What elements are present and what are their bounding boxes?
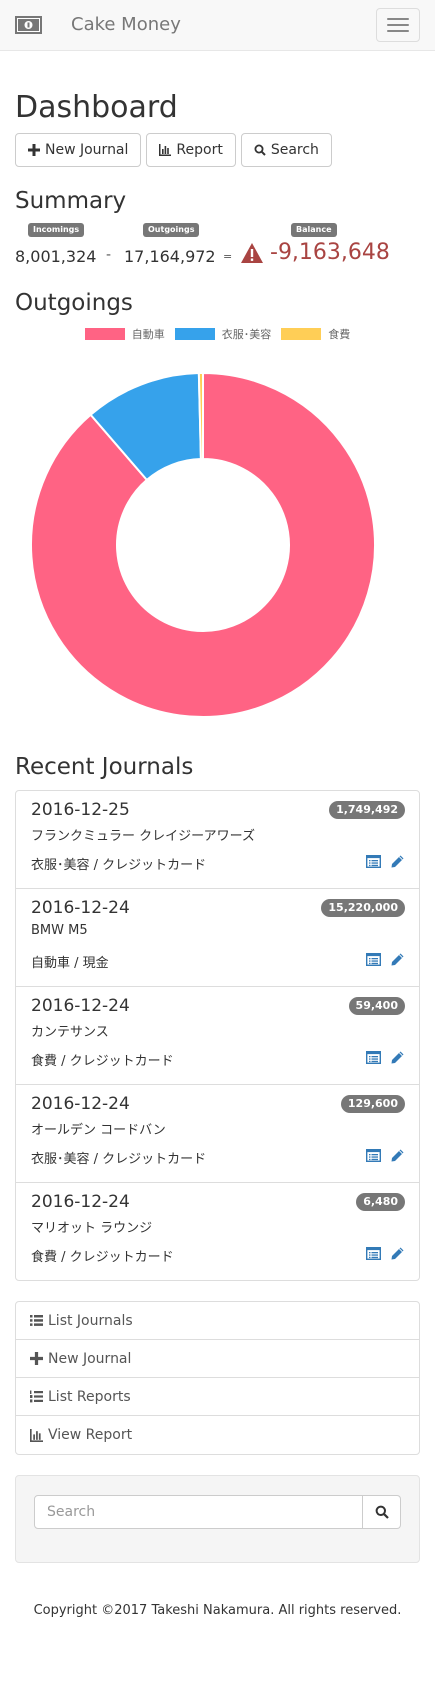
minus-sign: - [106,247,112,263]
navbar: Cake Money [0,0,435,51]
journal-date: 2016-12-25 [31,800,130,820]
equals-sign: = [223,250,233,263]
journal-amount-badge: 129,600 [340,1095,405,1113]
journal-item: 2016-12-24 6,480 マリオット ラウンジ食費 / クレジットカード [16,1183,419,1280]
journal-name: BMW M5 [31,923,88,938]
legend-item[interactable]: 衣服･美容 [174,326,272,342]
journal-date: 2016-12-24 [31,1094,130,1114]
new-journal-button[interactable]: New Journal [15,133,142,167]
bar-chart-icon [30,1428,43,1442]
journal-date: 2016-12-24 [31,1192,130,1212]
journal-date: 2016-12-24 [31,996,130,1016]
journal-amount-badge: 1,749,492 [329,801,405,819]
balance: -9,163,648 [240,240,390,265]
legend-swatch [174,328,215,340]
chart-legend: 自動車 衣服･美容 食費 [15,326,420,342]
pencil-icon[interactable] [390,854,405,869]
pencil-icon[interactable] [390,1148,405,1163]
pencil-icon[interactable] [390,1246,405,1261]
journal-name: フランクミュラー クレイジーアワーズ [31,829,255,844]
outgoings-label: Outgoings [143,223,200,237]
brand-name[interactable]: Cake Money [71,14,181,35]
outgoings-amount: 17,164,972 [124,247,216,266]
journal-name: カンテサンス [31,1025,109,1040]
journal-amount-badge: 6,480 [356,1193,405,1211]
donut-chart [30,371,376,718]
legend-label: 食費 [328,328,351,341]
incomings-amount: 8,001,324 [15,247,97,266]
outgoings-title: Outgoings [15,290,133,316]
list-icon [30,1315,43,1326]
journal-item: 2016-12-24 15,220,000 BMW M5 自動車 / 現金 [16,889,419,987]
journal-actions [366,1148,405,1163]
journal-item: 2016-12-25 1,749,492 フランクミュラー クレイジーアワーズ 衣服･… [16,791,419,889]
legend-label: 衣服･美容 [221,328,272,341]
search-icon [375,1505,389,1519]
balance-label: Balance [291,223,337,237]
search-icon [254,144,266,156]
list-alt-icon[interactable] [366,854,381,869]
journal-actions [366,854,405,869]
new-journal-link[interactable]: New Journal [16,1340,419,1378]
search-panel [15,1475,420,1563]
pencil-icon[interactable] [390,952,405,967]
journal-category: 食費 / クレジットカード [31,1054,174,1069]
page-title: Dashboard [15,90,178,125]
journal-actions [366,952,405,967]
journal-category: 衣服･美容 / クレジットカード [31,1152,207,1167]
navbar-toggle[interactable] [376,8,420,42]
legend-swatch [281,328,322,340]
search-button[interactable]: Search [240,133,332,167]
legend-swatch [84,328,125,340]
search-group [34,1495,401,1529]
journal-name: マリオット ラウンジ [31,1221,153,1236]
journal-list: 2016-12-25 1,749,492 フランクミュラー クレイジーアワーズ 衣服･… [15,790,420,1281]
list-alt-icon[interactable] [366,952,381,967]
list-reports-link[interactable]: List Reports [16,1378,419,1416]
bar-chart-icon [159,144,172,156]
nav-list: List Journals New Journal List Reports V… [15,1301,420,1455]
footer-copyright: Copyright ©2017 Takeshi Nakamura. All ri… [33,1603,402,1618]
recent-journals-title: Recent Journals [15,754,194,780]
plus-icon [30,1352,43,1365]
list-alt-icon[interactable] [366,1050,381,1065]
search-input[interactable] [34,1495,363,1529]
report-button[interactable]: Report [146,133,236,167]
journal-category: 自動車 / 現金 [31,956,109,971]
journal-amount-badge: 59,400 [348,997,405,1015]
hamburger-icon [387,18,409,20]
list-journals-link[interactable]: List Journals [16,1302,419,1340]
outgoings-chart [15,350,420,740]
plus-icon [28,144,40,156]
journal-amount-badge: 15,220,000 [321,899,405,917]
list-alt-icon[interactable] [366,1148,381,1163]
ordered-list-icon [30,1390,43,1403]
journal-actions [366,1246,405,1261]
journal-item: 2016-12-24 129,600 オールデン コードバン衣服･美容 / クレジッ… [16,1085,419,1183]
view-report-link[interactable]: View Report [16,1416,419,1454]
legend-item[interactable]: 自動車 [84,326,165,342]
toolbar: New Journal Report Search [15,133,420,167]
legend-item[interactable]: 食費 [281,326,350,342]
balance-amount: -9,163,648 [270,240,390,265]
journal-category: 衣服･美容 / クレジットカード [31,858,207,873]
journal-actions [366,1050,405,1065]
banknote-icon[interactable] [15,16,42,34]
summary-title: Summary [15,188,127,214]
incomings-label: Incomings [28,223,85,237]
summary: Incomings 8,001,324 - Outgoings 17,164,9… [15,223,420,283]
legend-label: 自動車 [131,328,165,341]
pencil-icon[interactable] [390,1050,405,1065]
journal-category: 食費 / クレジットカード [31,1250,174,1265]
journal-date: 2016-12-24 [31,898,130,918]
journal-item: 2016-12-24 59,400 カンテサンス食費 / クレジットカード [16,987,419,1085]
journal-name: オールデン コードバン [31,1123,166,1138]
list-alt-icon[interactable] [366,1246,381,1261]
warning-icon [241,242,263,263]
search-submit-button[interactable] [363,1495,401,1529]
